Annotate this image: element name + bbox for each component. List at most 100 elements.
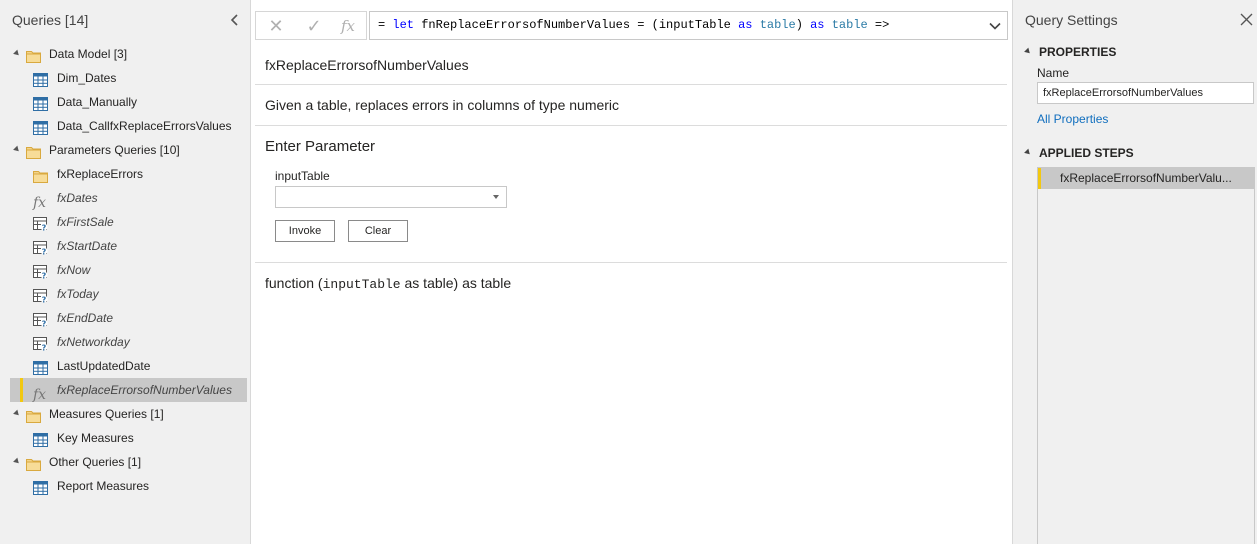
query-item[interactable]: ? fxNow xyxy=(0,258,250,282)
query-item[interactable]: LastUpdatedDate xyxy=(0,354,250,378)
query-item[interactable]: fx fxDates xyxy=(0,186,250,210)
query-group-label: Parameters Queries [10] xyxy=(49,143,180,157)
invoke-button[interactable]: Invoke xyxy=(275,220,335,242)
parameter-icon: ? xyxy=(33,263,48,280)
input-table-dropdown[interactable] xyxy=(275,186,507,208)
query-item-label: Data_CallfxReplaceErrorsValues xyxy=(57,119,232,133)
collapse-pane-icon[interactable] xyxy=(228,12,242,28)
query-group[interactable]: Measures Queries [1] xyxy=(0,402,250,426)
query-item[interactable]: fx fxReplaceErrorsofNumberValues xyxy=(10,378,247,402)
query-item-label: fxReplaceErrorsofNumberValues xyxy=(57,383,232,397)
dropdown-caret-icon xyxy=(493,195,499,199)
query-group[interactable]: Other Queries [1] xyxy=(0,450,250,474)
insert-function-fx-icon[interactable]: fx xyxy=(338,16,358,36)
query-item[interactable]: ? fxToday xyxy=(0,282,250,306)
query-item-label: Report Measures xyxy=(57,479,150,493)
svg-text:?: ? xyxy=(42,271,47,279)
formula-keyword: as xyxy=(810,18,825,32)
table-icon xyxy=(33,359,48,375)
enter-parameter-section: Enter Parameter inputTable Invoke Clear xyxy=(255,126,1007,263)
query-item-label: fxEndDate xyxy=(57,311,114,325)
formula-keyword: let xyxy=(392,18,415,32)
parameter-icon: ? xyxy=(33,287,48,304)
table-icon xyxy=(33,119,48,135)
input-table-label: inputTable xyxy=(275,169,330,183)
queries-title: Queries [14] xyxy=(12,12,89,28)
query-group-label: Other Queries [1] xyxy=(49,455,142,469)
folder-icon xyxy=(26,143,41,159)
formula-bar: ✕ ✓ fx = let fnReplaceErrorsofNumberValu… xyxy=(255,11,1008,40)
formula-bar-buttons: ✕ ✓ fx xyxy=(255,11,367,40)
formula-input[interactable]: = let fnReplaceErrorsofNumberValues = (i… xyxy=(369,11,1008,40)
query-name-input[interactable] xyxy=(1037,82,1254,104)
query-item[interactable]: Key Measures xyxy=(0,426,250,450)
folder-icon xyxy=(33,167,48,183)
query-item[interactable]: ? fxNetworkday xyxy=(0,330,250,354)
queries-header: Queries [14] xyxy=(12,12,242,30)
query-item[interactable]: Dim_Dates xyxy=(0,66,250,90)
query-item-label: Data_Manually xyxy=(57,95,138,109)
function-name: fxReplaceErrorsofNumberValues xyxy=(255,48,1007,85)
folder-icon xyxy=(26,407,41,423)
query-item-label: fxToday xyxy=(57,287,99,301)
svg-text:?: ? xyxy=(42,319,47,327)
svg-text:?: ? xyxy=(42,343,47,351)
query-item-label: Dim_Dates xyxy=(57,71,117,85)
function-icon: fx xyxy=(33,387,47,403)
properties-section-header[interactable]: PROPERTIES xyxy=(1024,45,1116,59)
query-settings-title: Query Settings xyxy=(1025,12,1118,28)
queries-pane: Queries [14] Data Model [3] Dim_Dates Data… xyxy=(0,0,251,544)
folder-icon xyxy=(26,455,41,471)
formula-token xyxy=(752,18,759,32)
query-item-label: fxNetworkday xyxy=(57,335,130,349)
query-item-label: fxReplaceErrors xyxy=(57,167,144,181)
expand-formula-chevron-down-icon[interactable] xyxy=(989,20,1001,32)
svg-text:?: ? xyxy=(42,223,47,231)
formula-token xyxy=(825,18,832,32)
applied-steps-section-header[interactable]: APPLIED STEPS xyxy=(1024,146,1134,160)
parameter-icon: ? xyxy=(33,335,48,352)
query-group[interactable]: Data Model [3] xyxy=(0,42,250,66)
applied-step-item[interactable]: fxReplaceErrorsofNumberValu... xyxy=(1038,168,1254,189)
query-item[interactable]: ? fxEndDate xyxy=(0,306,250,330)
query-item[interactable]: Data_CallfxReplaceErrorsValues xyxy=(0,114,250,138)
table-icon xyxy=(33,431,48,447)
formula-type: table xyxy=(759,18,796,32)
svg-text:?: ? xyxy=(42,295,47,303)
signature-param: inputTable xyxy=(322,277,401,292)
query-item[interactable]: ? fxFirstSale xyxy=(0,210,250,234)
parameter-icon: ? xyxy=(33,239,48,256)
expand-triangle-icon[interactable] xyxy=(13,145,21,154)
close-icon[interactable] xyxy=(1240,13,1253,26)
query-item-label: fxFirstSale xyxy=(57,215,114,229)
query-item[interactable]: fxReplaceErrors xyxy=(0,162,250,186)
parameter-icon: ? xyxy=(33,215,48,232)
applied-steps-list: fxReplaceErrorsofNumberValu... xyxy=(1037,167,1255,544)
function-signature: function (inputTable as table) as table xyxy=(255,263,1007,292)
function-editor: ✕ ✓ fx = let fnReplaceErrorsofNumberValu… xyxy=(251,0,1012,544)
query-item[interactable]: Report Measures xyxy=(0,474,250,498)
collapse-triangle-icon xyxy=(1024,47,1032,56)
parameter-icon: ? xyxy=(33,311,48,328)
query-item[interactable]: Data_Manually xyxy=(0,90,250,114)
table-icon xyxy=(33,479,48,495)
formula-type: table xyxy=(831,18,868,32)
expand-triangle-icon[interactable] xyxy=(13,457,21,466)
folder-icon xyxy=(26,47,41,63)
expand-triangle-icon[interactable] xyxy=(13,409,21,418)
query-item[interactable]: ? fxStartDate xyxy=(0,234,250,258)
svg-text:?: ? xyxy=(42,247,47,255)
clear-button[interactable]: Clear xyxy=(348,220,408,242)
expand-triangle-icon[interactable] xyxy=(13,49,21,58)
function-icon: fx xyxy=(33,195,47,211)
query-item-label: fxNow xyxy=(57,263,91,277)
table-icon xyxy=(33,71,48,87)
query-settings-pane: Query Settings PROPERTIES Name All Prope… xyxy=(1012,0,1257,544)
cancel-icon[interactable]: ✕ xyxy=(266,16,286,36)
query-item-label: fxDates xyxy=(57,191,98,205)
applied-steps-heading: APPLIED STEPS xyxy=(1039,146,1134,160)
commit-check-icon[interactable]: ✓ xyxy=(304,16,324,36)
all-properties-link[interactable]: All Properties xyxy=(1037,112,1108,126)
query-group[interactable]: Parameters Queries [10] xyxy=(0,138,250,162)
formula-token: fnReplaceErrorsofNumberValues = (inputTa… xyxy=(414,18,739,32)
